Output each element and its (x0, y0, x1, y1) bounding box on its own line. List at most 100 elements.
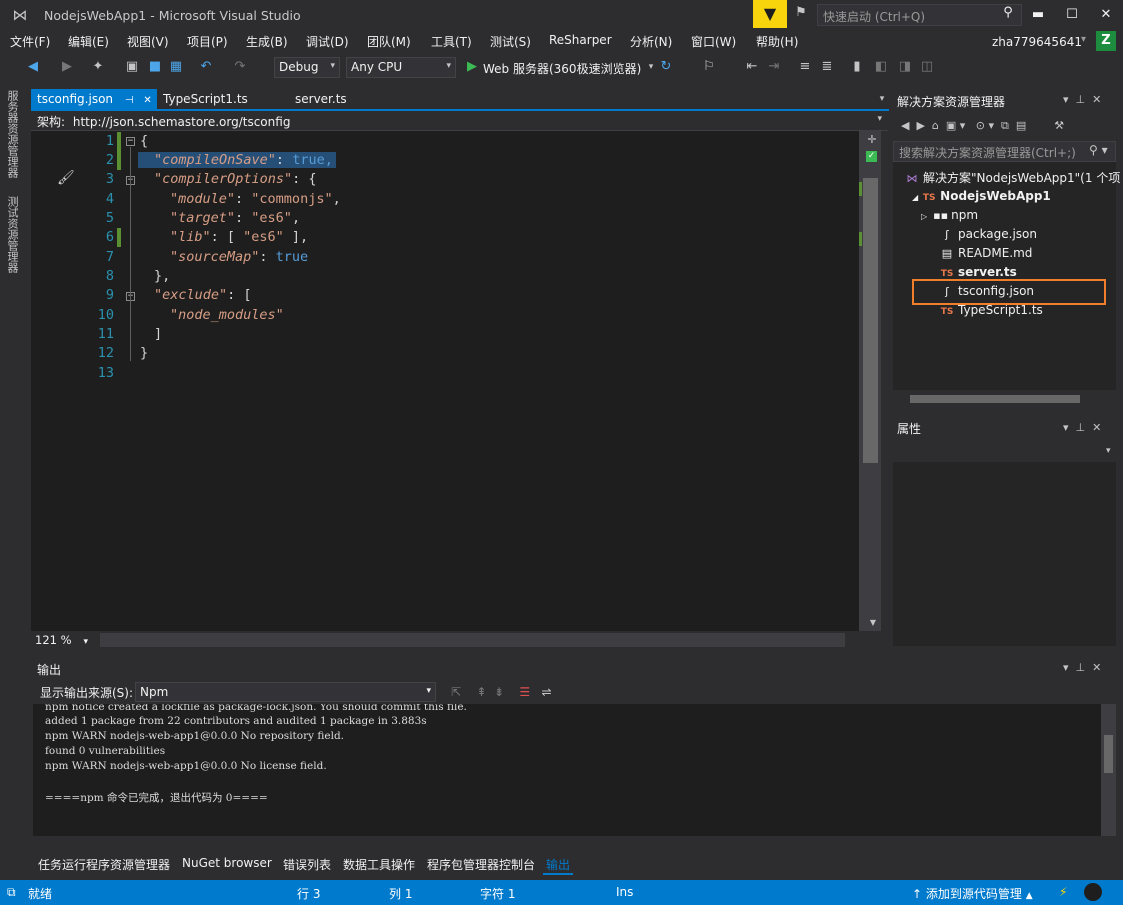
feedback-filter-icon[interactable]: ▼ (753, 0, 787, 28)
typescript-file-icon: TS (940, 307, 954, 317)
find-in-files-icon[interactable]: ⚐ (700, 58, 718, 76)
tree-solution[interactable]: ⋈ 解决方案"NodejsWebApp1"(1 个项 (905, 169, 1121, 186)
prev-bookmark-icon[interactable]: ◧ (872, 58, 890, 76)
new-project-icon[interactable]: ✦ (89, 58, 107, 76)
notifications-bell-icon[interactable]: ⚡ (1059, 885, 1067, 899)
split-window-icon[interactable]: ✛ (865, 133, 879, 147)
tab-server-ts[interactable]: server.ts (289, 89, 353, 109)
menu-tools[interactable]: 工具(T) (431, 33, 472, 50)
tree-item-npm[interactable]: ▷ ▪▪ npm (921, 208, 978, 222)
user-account-name[interactable]: zha779645641 (992, 35, 1082, 49)
output-scroll-thumb[interactable] (1104, 735, 1113, 773)
run-target-button[interactable]: Web 服务器(360极速浏览器) (483, 60, 641, 77)
fold-toggle[interactable]: − (126, 137, 135, 146)
menu-resharper[interactable]: ReSharper (549, 33, 612, 47)
collapse-icon[interactable]: ▷ (921, 212, 927, 221)
status-insert-mode: Ins (616, 885, 634, 899)
solution-scroll-thumb[interactable] (910, 395, 1080, 403)
panel-window-controls[interactable]: ▾ ⊥ ✕ (1063, 421, 1101, 434)
start-debugging-icon[interactable]: ▶ (463, 58, 481, 76)
menu-build[interactable]: 生成(B) (246, 33, 288, 50)
zoom-level-select[interactable]: 121 % ▾ (35, 633, 88, 647)
next-bookmark-icon[interactable]: ◨ (896, 58, 914, 76)
properties-object-dropdown-icon[interactable]: ▾ (1106, 446, 1111, 456)
code-editor[interactable] (31, 131, 859, 631)
navigate-forward-icon[interactable]: ▶ (58, 58, 76, 76)
bookmark-icon[interactable]: ▮ (848, 58, 866, 76)
output-source-label: 显示输出来源(S): (40, 686, 134, 700)
step-icon[interactable]: ⇤ (743, 58, 761, 76)
chevron-down-icon[interactable]: ▾ (877, 114, 882, 124)
tab-nuget-browser[interactable]: NuGet browser (182, 856, 272, 870)
step-over-icon[interactable]: ⇥ (765, 58, 783, 76)
save-icon[interactable]: ■ (146, 58, 164, 76)
notifications-icon[interactable]: ⚑ (792, 5, 810, 23)
tree-item-readme[interactable]: ▤ README.md (940, 246, 1033, 260)
code-line-3: "compilerOptions": { (154, 171, 317, 187)
redo-icon[interactable]: ↷ (231, 58, 249, 76)
maximize-button[interactable]: ☐ (1055, 2, 1089, 28)
scroll-down-icon[interactable]: ▼ (864, 614, 882, 632)
tab-output[interactable]: 输出 (543, 856, 574, 875)
editor-horizontal-scrollbar[interactable] (100, 633, 845, 647)
menu-team[interactable]: 团队(M) (367, 33, 411, 50)
tab-data-tools-operations[interactable]: 数据工具操作 (343, 856, 415, 873)
solution-platform-select[interactable]: Any CPU ▾ (346, 57, 456, 78)
output-source-select[interactable]: Npm ▾ (135, 682, 436, 702)
tab-tsconfig-json[interactable]: tsconfig.json ⊣ ✕ (31, 89, 157, 109)
pin-icon[interactable]: ⊣ (125, 95, 134, 106)
user-avatar[interactable]: Z (1096, 31, 1116, 51)
close-tab-icon[interactable]: ✕ (143, 95, 151, 106)
minimize-button[interactable]: ▬ (1021, 2, 1055, 28)
expand-icon[interactable]: ◢ (912, 193, 918, 202)
tree-project[interactable]: ◢ TS NodejsWebApp1 (912, 189, 1051, 203)
chevron-down-icon[interactable]: ▾ (1081, 34, 1086, 45)
editor-scroll-thumb[interactable] (863, 178, 878, 463)
menu-window[interactable]: 窗口(W) (691, 33, 736, 50)
line-number: 1 (105, 133, 114, 149)
quick-launch-input[interactable]: 快速启动 (Ctrl+Q) (817, 4, 1022, 26)
live-share-icon[interactable] (1084, 883, 1102, 901)
navigate-back-icon[interactable]: ◀ (24, 58, 42, 76)
menu-test[interactable]: 测试(S) (490, 33, 531, 50)
clear-bookmarks-icon[interactable]: ◫ (918, 58, 936, 76)
line-number: 3 (105, 171, 114, 187)
source-control-button[interactable]: ↑ 添加到源代码管理 ▲ (912, 885, 1033, 902)
undo-icon[interactable]: ↶ (197, 58, 215, 76)
uncomment-lines-icon[interactable]: ≣ (818, 58, 836, 76)
solution-explorer-toolbar[interactable]: ◀ ▶ ⌂ ▣ ▾ ⊙ ▾ ⧉ ▤ ⚒ (901, 119, 1064, 133)
tree-item-server-ts[interactable]: TS server.ts (940, 265, 1017, 279)
json-schema-selector[interactable]: 架构: http://json.schemastore.org/tsconfig… (31, 111, 888, 131)
tab-overflow-dropdown-icon[interactable]: ▾ (873, 90, 891, 108)
menu-file[interactable]: 文件(F) (10, 33, 50, 50)
menu-edit[interactable]: 编辑(E) (68, 33, 109, 50)
clear-all-icon[interactable]: ☰ (519, 685, 530, 699)
quick-launch-search-icon[interactable]: ⚲ (998, 5, 1018, 25)
close-window-button[interactable]: ✕ (1089, 2, 1123, 28)
tree-item-typescript1-ts[interactable]: TS TypeScript1.ts (940, 303, 1043, 317)
tab-task-runner-explorer[interactable]: 任务运行程序资源管理器 (38, 856, 170, 873)
comment-lines-icon[interactable]: ≡ (796, 58, 814, 76)
open-file-icon[interactable]: ▣ (123, 58, 141, 76)
tab-package-manager-console[interactable]: 程序包管理器控制台 (427, 856, 535, 873)
search-icon[interactable]: ⚲ ▾ (1089, 143, 1108, 157)
refresh-browser-icon[interactable]: ↻ (657, 58, 675, 76)
tab-typescript1-ts[interactable]: TypeScript1.ts (157, 89, 254, 109)
menu-project[interactable]: 项目(P) (187, 33, 228, 50)
menu-help[interactable]: 帮助(H) (756, 33, 798, 50)
output-toolbar[interactable]: ⇱ ⇞ ⇟ ☰ ⇌ (451, 685, 552, 699)
solution-search-input[interactable]: 搜索解决方案资源管理器(Ctrl+;) (893, 141, 1116, 162)
tree-item-package-json[interactable]: ʃ package.json (940, 227, 1037, 241)
menu-debug[interactable]: 调试(D) (306, 33, 349, 50)
save-all-icon[interactable]: ▦ (167, 58, 185, 76)
tab-test-explorer[interactable]: 测试资源管理器 (6, 196, 20, 273)
output-text-area[interactable]: npm notice created a lockfile as package… (33, 704, 1101, 836)
tab-server-explorer[interactable]: 服务器资源管理器 (6, 90, 20, 178)
tab-error-list[interactable]: 错误列表 (283, 856, 331, 873)
menu-view[interactable]: 视图(V) (127, 33, 169, 50)
solution-configuration-select[interactable]: Debug ▾ (274, 57, 340, 78)
panel-window-controls[interactable]: ▾ ⊥ ✕ (1063, 661, 1101, 674)
word-wrap-icon[interactable]: ⇌ (542, 685, 552, 699)
panel-window-controls[interactable]: ▾ ⊥ ✕ (1063, 93, 1101, 106)
menu-analyze[interactable]: 分析(N) (630, 33, 672, 50)
